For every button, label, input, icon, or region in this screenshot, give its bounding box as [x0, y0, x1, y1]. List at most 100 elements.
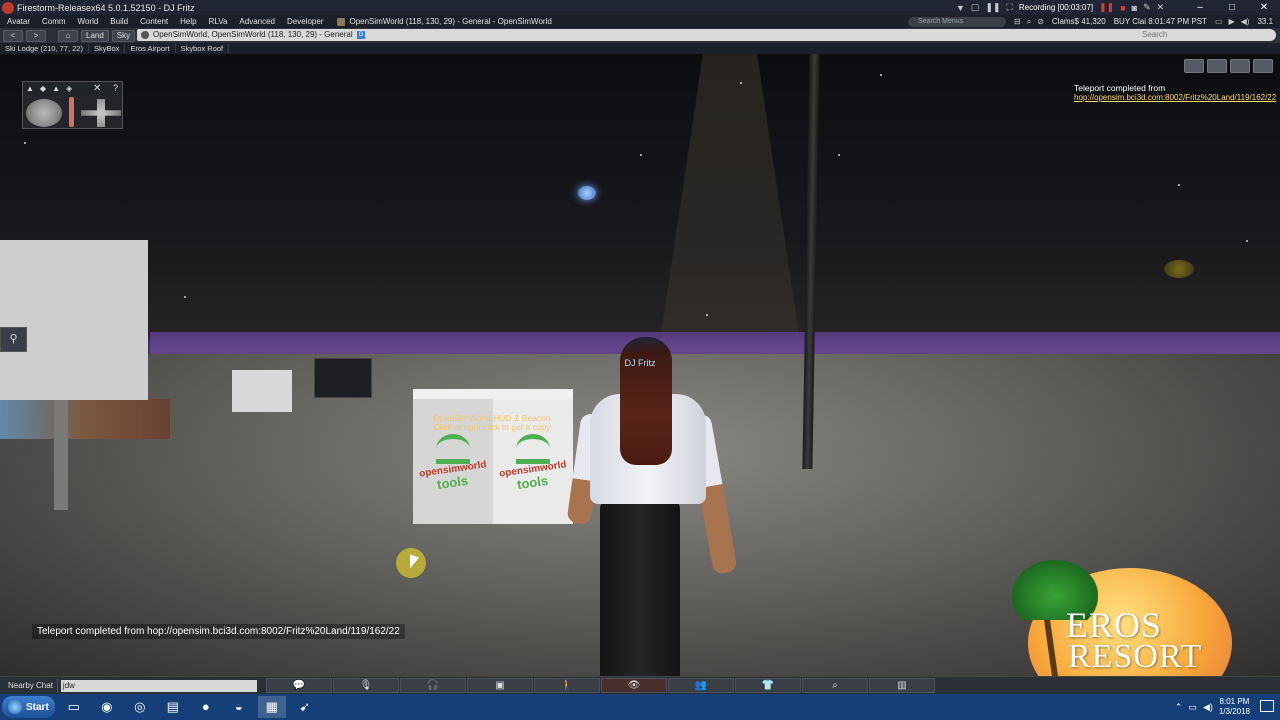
- rear-view-icon[interactable]: ▲: [52, 84, 60, 93]
- opensimworld-cube[interactable]: opensimworld tools opensimworld tools: [413, 389, 573, 524]
- recording-label: Recording [00:03:07]: [1018, 3, 1094, 12]
- menu-rlva[interactable]: RLVa: [203, 17, 234, 26]
- buy-time[interactable]: BUY Clai 8:01:47 PM PST: [1114, 17, 1207, 26]
- region-info[interactable]: OpenSimWorld (118, 130, 29) - General - …: [337, 17, 552, 26]
- camera-help-icon[interactable]: ?: [113, 83, 118, 93]
- favorite-ski-lodge[interactable]: Ski Lodge (210, 77, 22): [0, 44, 89, 53]
- location-pin-button[interactable]: ⚲: [0, 327, 27, 352]
- dropdown-icon[interactable]: ▼: [956, 3, 965, 13]
- avatar-legs: [600, 499, 680, 676]
- start-button[interactable]: Start: [2, 696, 55, 718]
- action-center-icon[interactable]: [1260, 700, 1274, 712]
- clock[interactable]: 8:01 PM 1/3/2018: [1219, 697, 1250, 717]
- walk-icon[interactable]: 🚶: [534, 678, 600, 693]
- file-explorer-icon[interactable]: ▤: [159, 696, 187, 718]
- tray-chevron-icon[interactable]: ⌃: [1175, 702, 1183, 713]
- favorite-skybox-roof[interactable]: Skybox Roof: [176, 44, 230, 53]
- zoom-slider[interactable]: [69, 97, 74, 127]
- home-button[interactable]: ⌂: [58, 29, 78, 42]
- map-icon[interactable]: ▥: [869, 678, 935, 693]
- voice-icon[interactable]: 🎙: [333, 678, 399, 693]
- media-icon[interactable]: ▶: [1229, 17, 1235, 26]
- maximize-button[interactable]: □: [1216, 0, 1248, 15]
- shirt-icon[interactable]: 👕: [735, 678, 801, 693]
- pin-icon: ⚲: [9, 333, 18, 345]
- system-icons: ▭ ▶ ◀): [1215, 17, 1250, 26]
- info-icon[interactable]: [141, 31, 149, 39]
- square-icon[interactable]: ▣: [467, 678, 533, 693]
- notification-avatar-icon[interactable]: [1184, 59, 1204, 73]
- wifi-logo-icon: [436, 433, 470, 464]
- search-input[interactable]: Search: [1126, 29, 1276, 41]
- monitor-icon[interactable]: ▭: [1215, 17, 1223, 26]
- back-button[interactable]: <: [3, 29, 23, 42]
- star: [640, 154, 642, 156]
- location-bar[interactable]: OpenSimWorld, OpenSimWorld (118, 130, 29…: [137, 29, 1207, 41]
- menu-content[interactable]: Content: [134, 17, 174, 26]
- maturity-rating-icon: G: [357, 31, 365, 39]
- minimize-button[interactable]: –: [1184, 0, 1216, 15]
- nearby-chat-label[interactable]: Nearby Chat: [4, 678, 58, 693]
- menu-developer[interactable]: Developer: [281, 17, 329, 26]
- front-view-icon[interactable]: ▲: [26, 84, 34, 93]
- menu-advanced[interactable]: Advanced: [233, 17, 281, 26]
- menu-avatar[interactable]: Avatar: [0, 17, 36, 26]
- moon: [1164, 260, 1194, 278]
- gray-box[interactable]: [232, 370, 292, 412]
- board-sign[interactable]: [0, 240, 148, 400]
- menu-world[interactable]: World: [72, 17, 105, 26]
- star: [838, 154, 840, 156]
- land-button[interactable]: Land: [81, 29, 109, 42]
- close-button[interactable]: ✕: [1248, 0, 1280, 15]
- notification-toggle-icon[interactable]: [1253, 59, 1273, 73]
- camera-icon[interactable]: ◙: [1132, 3, 1137, 13]
- speaker-icon[interactable]: ◀): [1203, 702, 1213, 713]
- orbit-control[interactable]: [26, 99, 62, 127]
- chat-bubble-icon[interactable]: 💬: [266, 678, 332, 693]
- zoom-icon[interactable]: ⌕: [1027, 17, 1031, 27]
- menu-comm[interactable]: Comm: [36, 17, 72, 26]
- sky-button[interactable]: Sky: [111, 29, 136, 42]
- people-icon[interactable]: 👥: [668, 678, 734, 693]
- menu-build[interactable]: Build: [104, 17, 134, 26]
- recorder-icon[interactable]: ▦: [257, 696, 286, 718]
- notification-chat-icon[interactable]: [1230, 59, 1250, 73]
- stop-recording-icon[interactable]: ■: [1120, 3, 1125, 13]
- favorite-eros-airport[interactable]: Eros Airport: [125, 44, 176, 53]
- side-view-icon[interactable]: ◆: [40, 84, 46, 93]
- close-recorder-icon[interactable]: ✕: [1157, 2, 1165, 13]
- search-icon[interactable]: ⌕: [802, 678, 868, 693]
- menu-help[interactable]: Help: [174, 17, 202, 26]
- task-view-icon[interactable]: ▭: [60, 696, 88, 718]
- network-icon[interactable]: ▭: [1188, 702, 1197, 713]
- volume-icon[interactable]: ◀): [1241, 17, 1250, 26]
- wifi-logo-icon: [516, 433, 550, 464]
- avatar-nametag: DJ Fritz: [624, 358, 656, 368]
- object-view-icon[interactable]: ◈: [66, 84, 72, 93]
- favorite-skybox[interactable]: SkyBox: [89, 44, 126, 53]
- dark-box[interactable]: [314, 358, 372, 398]
- camera-close-icon[interactable]: ✕: [93, 83, 101, 94]
- balance[interactable]: Clams$ 41,320: [1052, 17, 1106, 26]
- eye-icon[interactable]: 👁: [601, 678, 667, 693]
- browser-icon[interactable]: ◎: [126, 696, 154, 718]
- window-icon[interactable]: ▢: [971, 2, 980, 13]
- pan-control[interactable]: [81, 99, 121, 127]
- app-icon[interactable]: ◒: [225, 696, 253, 718]
- search-menus-input[interactable]: Search Menus: [908, 16, 1006, 27]
- firestorm-icon[interactable]: ●: [192, 696, 220, 718]
- camera-mode-icons: ▲ ◆ ▲ ◈: [26, 84, 72, 93]
- pen-icon[interactable]: ✎: [1143, 2, 1151, 13]
- window-title-bar: Firestorm-Releasex64 5.0.1.52150 - DJ Fr…: [0, 0, 1280, 15]
- firefox-icon[interactable]: ◉: [93, 696, 121, 718]
- forward-button[interactable]: >: [26, 29, 46, 42]
- pause-icon[interactable]: ❚❚: [985, 2, 1000, 13]
- rocket-icon[interactable]: ➹: [291, 696, 319, 718]
- chat-input[interactable]: jdw: [60, 679, 257, 692]
- pause-recording-icon[interactable]: ❚❚: [1099, 2, 1114, 13]
- notification-profile-icon[interactable]: [1207, 59, 1227, 73]
- system-tray: ⌃ ▭ ◀) 8:01 PM 1/3/2018: [1175, 697, 1250, 717]
- fullscreen-icon[interactable]: ⛶: [1007, 2, 1013, 13]
- headset-icon[interactable]: 🎧: [400, 678, 466, 693]
- toast-link[interactable]: hop://opensim.bci3d.com:8002/Fritz%20Lan…: [1074, 93, 1276, 103]
